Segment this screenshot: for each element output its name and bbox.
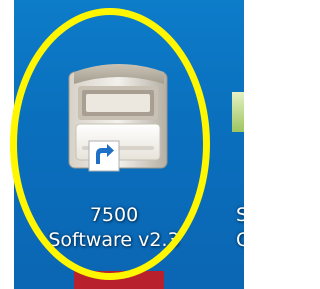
yellow-highlight-circle (10, 8, 210, 280)
desktop-shortcut-partial[interactable]: S C (228, 84, 244, 289)
partial-icon-label: S C (236, 203, 244, 253)
partial-label-line-1: S (236, 204, 244, 226)
screenshot-stage: 7500 Software v2.3 S C (0, 0, 244, 289)
partial-label-line-2: C (236, 229, 244, 251)
partial-app-icon (232, 92, 244, 132)
